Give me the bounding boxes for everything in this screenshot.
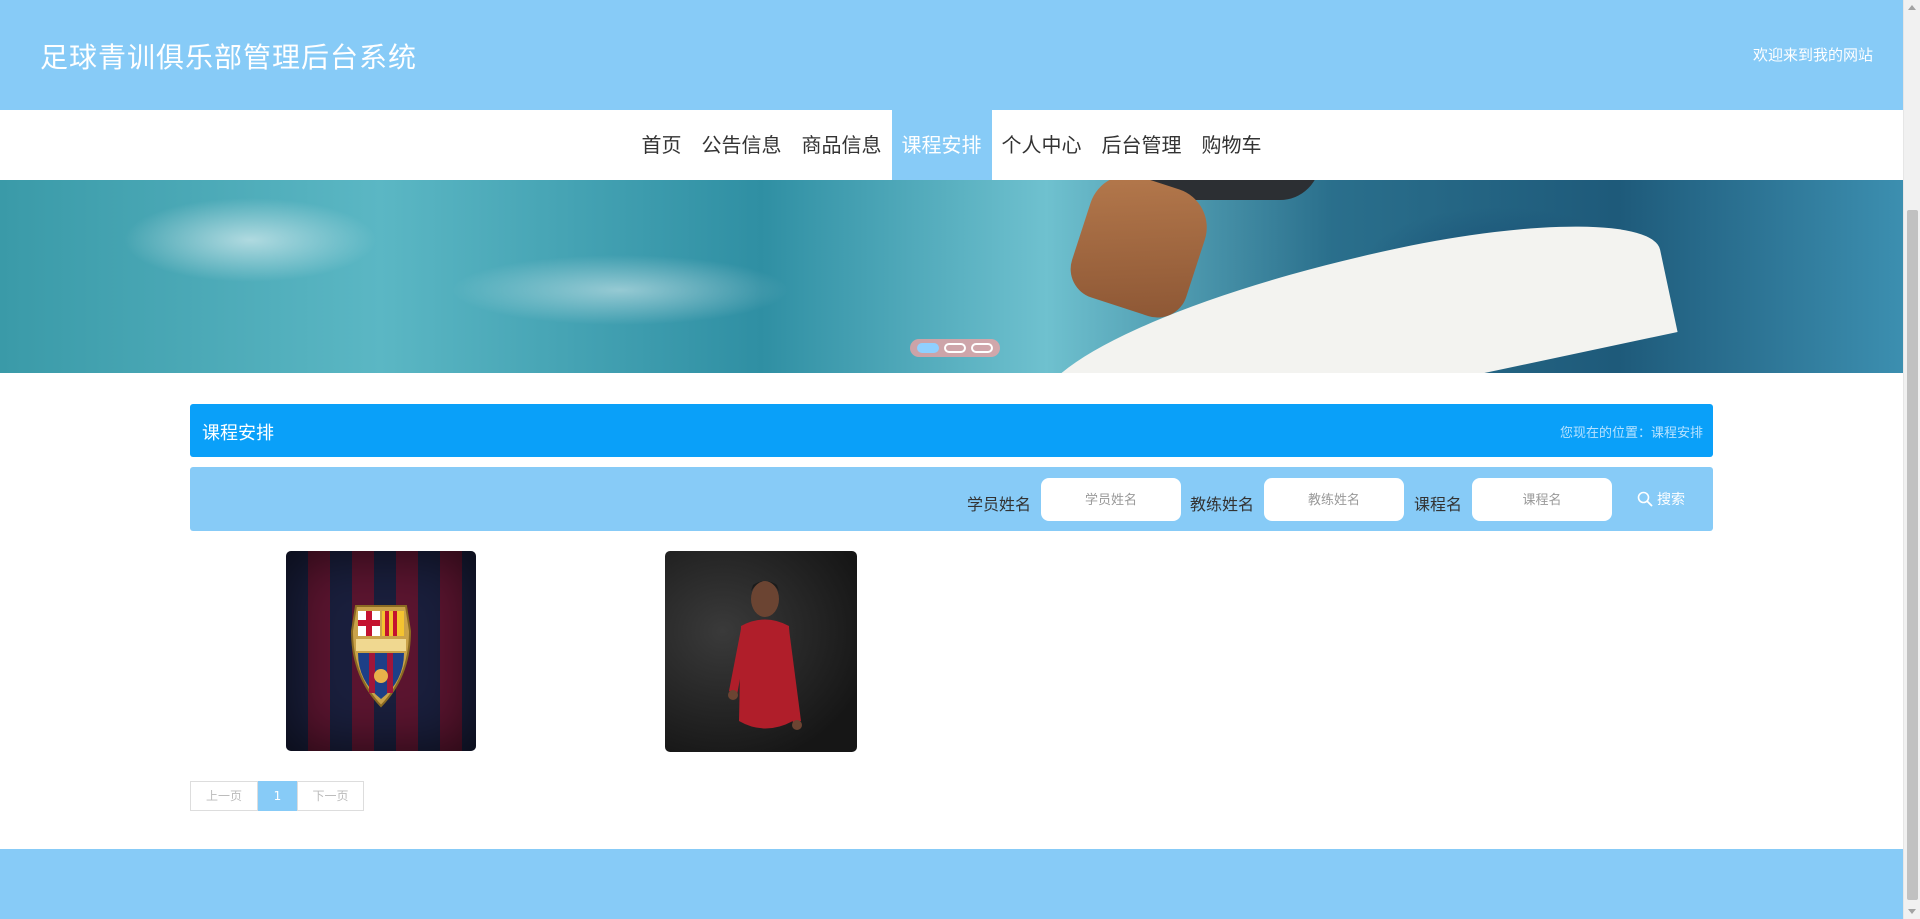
scroll-up-arrow-icon[interactable]	[1908, 5, 1916, 10]
course-card-image-fc-barcelona[interactable]	[286, 551, 476, 751]
nav-item-home[interactable]: 首页	[632, 110, 692, 180]
carousel-indicators	[910, 339, 1000, 357]
banner-carousel[interactable]	[0, 180, 1903, 373]
search-bar: 学员姓名 教练姓名 课程名 搜索	[190, 467, 1713, 531]
course-name-label: 课程名	[1414, 495, 1463, 514]
page: 足球青训俱乐部管理后台系统 欢迎来到我的网站 首页 公告信息 商品信息 课程安排…	[0, 0, 1903, 919]
top-header: 足球青训俱乐部管理后台系统 欢迎来到我的网站	[0, 0, 1903, 110]
breadcrumb: 您现在的位置：课程安排	[1559, 426, 1703, 441]
main-nav: 首页 公告信息 商品信息 课程安排 个人中心 后台管理 购物车	[0, 110, 1903, 180]
carousel-dot-2[interactable]	[943, 343, 966, 353]
nav-item-products[interactable]: 商品信息	[792, 110, 892, 180]
next-page-button[interactable]: 下一页	[297, 781, 364, 811]
welcome-text: 欢迎来到我的网站	[1752, 46, 1873, 64]
pagination: 上一页 1 下一页	[190, 781, 364, 811]
player-figure-icon	[728, 581, 802, 730]
student-name-input[interactable]	[1041, 478, 1181, 521]
site-title: 足球青训俱乐部管理后台系统	[40, 41, 418, 74]
nav-list: 首页 公告信息 商品信息 课程安排 个人中心 后台管理 购物车	[632, 110, 1272, 180]
nav-item-profile[interactable]: 个人中心	[992, 110, 1092, 180]
course-name-input[interactable]	[1472, 478, 1612, 521]
search-button-label: 搜索	[1657, 492, 1685, 508]
prev-page-button[interactable]: 上一页	[190, 781, 258, 811]
student-name-label: 学员姓名	[967, 495, 1032, 514]
scroll-down-arrow-icon[interactable]	[1908, 909, 1916, 914]
nav-item-admin[interactable]: 后台管理	[1092, 110, 1192, 180]
nav-item-courses[interactable]: 课程安排	[891, 110, 992, 180]
coach-name-label: 教练姓名	[1190, 495, 1255, 514]
page-scrollbar[interactable]	[1903, 0, 1920, 919]
section-title-bar: 课程安排 您现在的位置：课程安排	[190, 404, 1713, 457]
nav-item-cart[interactable]: 购物车	[1192, 110, 1272, 180]
search-icon	[1637, 491, 1653, 507]
banner-surfer-arm-image	[1062, 180, 1218, 326]
carousel-dot-1[interactable]	[916, 343, 939, 353]
carousel-dot-3[interactable]	[971, 343, 994, 353]
course-card-image-player[interactable]	[665, 551, 857, 752]
coach-name-input[interactable]	[1264, 478, 1404, 521]
fc-barcelona-crest-icon	[350, 605, 412, 708]
scrollbar-thumb[interactable]	[1907, 210, 1918, 900]
page-number-button[interactable]: 1	[258, 781, 297, 811]
footer	[0, 849, 1903, 919]
search-button[interactable]: 搜索	[1637, 489, 1685, 509]
section-title: 课程安排	[202, 423, 274, 444]
nav-item-notices[interactable]: 公告信息	[692, 110, 792, 180]
